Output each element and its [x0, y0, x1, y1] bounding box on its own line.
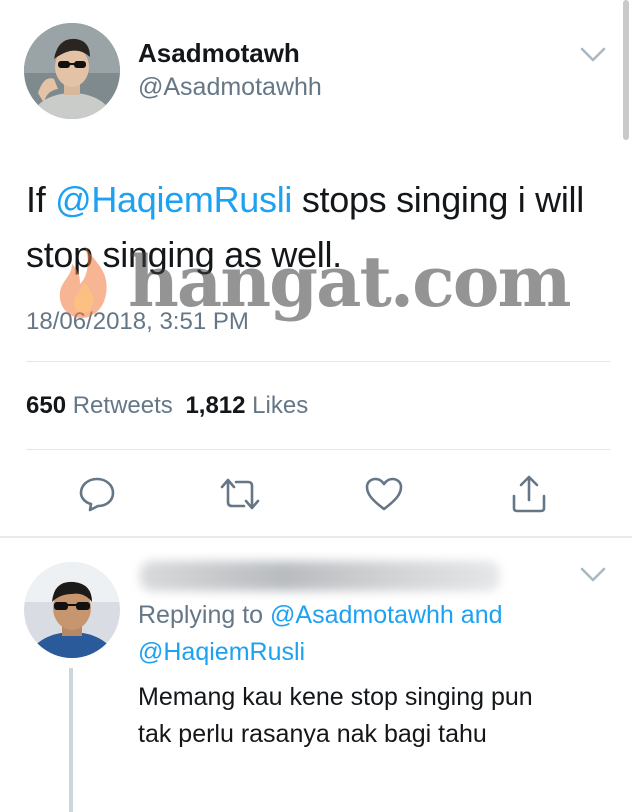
- share-button[interactable]: [510, 474, 548, 514]
- author-name[interactable]: Asadmotawh: [138, 38, 300, 69]
- reply-icon: [79, 477, 115, 512]
- scrollbar[interactable]: [623, 0, 629, 140]
- reply-author-name-blurred[interactable]: [140, 561, 500, 591]
- replying-to: Replying to @Asadmotawhh and @HaqiemRusl…: [138, 597, 598, 671]
- heart-icon: [365, 477, 403, 511]
- chevron-down-icon[interactable]: [580, 567, 606, 588]
- likes-count[interactable]: 1,812: [185, 392, 245, 419]
- author-avatar[interactable]: [24, 23, 120, 119]
- replying-to-user-2[interactable]: @HaqiemRusli: [138, 638, 305, 666]
- divider-section: [0, 536, 632, 538]
- share-icon: [512, 475, 546, 513]
- reply-button[interactable]: [78, 476, 116, 512]
- retweets-label[interactable]: Retweets: [73, 392, 173, 419]
- tweet-text: If @HaqiemRusli stops singing i will sto…: [26, 172, 586, 282]
- replying-to-user-1[interactable]: @Asadmotawhh: [270, 601, 454, 629]
- thread-line: [69, 668, 73, 812]
- retweets-count[interactable]: 650: [26, 392, 66, 419]
- replying-to-and[interactable]: and: [461, 601, 503, 629]
- divider-stats: [26, 449, 610, 450]
- likes-label[interactable]: Likes: [252, 392, 308, 419]
- reply-text: Memang kau kene stop singing pun tak per…: [138, 683, 533, 748]
- tweet-timestamp[interactable]: 18/06/2018, 3:51 PM: [26, 308, 249, 336]
- tweet-stats: 650 Retweets 1,812 Likes: [26, 392, 308, 420]
- retweet-button[interactable]: [218, 476, 262, 512]
- tweet-text-start: If: [26, 179, 56, 220]
- reply-avatar[interactable]: [24, 562, 120, 658]
- like-button[interactable]: [364, 476, 404, 512]
- author-handle[interactable]: @Asadmotawhh: [138, 73, 322, 102]
- mention-link[interactable]: @HaqiemRusli: [55, 179, 292, 220]
- replying-to-label: Replying to: [138, 601, 264, 629]
- divider-top: [26, 361, 610, 362]
- retweet-icon: [220, 478, 260, 510]
- chevron-down-icon[interactable]: [580, 47, 606, 68]
